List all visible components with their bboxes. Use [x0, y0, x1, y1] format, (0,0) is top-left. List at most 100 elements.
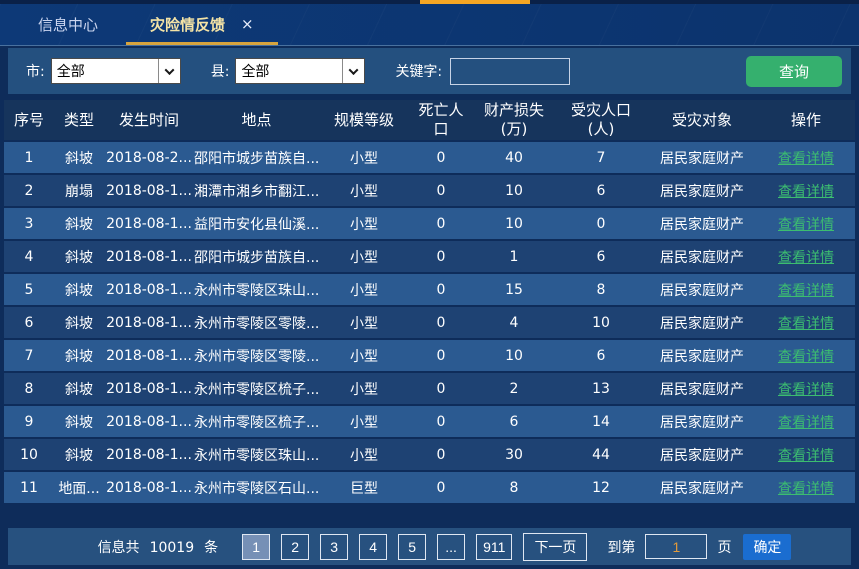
record-count: 信息共10019条 — [98, 537, 229, 557]
cell-time: 2018-08-1... — [104, 183, 194, 199]
table-row[interactable]: 6 斜坡 2018-08-1... 永州市零陵区零陵... 小型 0 4 10 … — [4, 307, 855, 338]
page-number-button[interactable]: 2 — [281, 534, 309, 560]
cell-action: 查看详情 — [757, 247, 855, 267]
goto-page-input[interactable] — [645, 534, 707, 559]
disaster-table: 序号 类型 发生时间 地点 规模等级 死亡人口 财产损失(万) 受灾人口(人) … — [4, 100, 855, 503]
view-detail-link[interactable]: 查看详情 — [778, 316, 834, 332]
page-number-button[interactable]: 5 — [398, 534, 426, 560]
cell-object: 居民家庭财产 — [647, 280, 757, 300]
view-detail-link[interactable]: 查看详情 — [778, 184, 834, 200]
table-header: 序号 类型 发生时间 地点 规模等级 死亡人口 财产损失(万) 受灾人口(人) … — [4, 100, 855, 140]
cell-time: 2018-08-1... — [104, 414, 194, 430]
query-button[interactable]: 查询 — [746, 56, 842, 87]
table-row[interactable]: 9 斜坡 2018-08-1... 永州市零陵区梳子... 小型 0 6 14 … — [4, 406, 855, 437]
cell-action: 查看详情 — [757, 280, 855, 300]
cell-scale: 小型 — [319, 148, 409, 168]
cell-affected: 7 — [555, 150, 647, 166]
table-row[interactable]: 11 地面... 2018-08-1... 永州市零陵区石山... 巨型 0 8… — [4, 472, 855, 503]
view-detail-link[interactable]: 查看详情 — [778, 151, 834, 167]
cell-affected: 0 — [555, 216, 647, 232]
table-row[interactable]: 10 斜坡 2018-08-1... 永州市零陵区珠山... 小型 0 30 4… — [4, 439, 855, 470]
cell-object: 居民家庭财产 — [647, 148, 757, 168]
cell-object: 居民家庭财产 — [647, 247, 757, 267]
info-suffix: 条 — [204, 540, 218, 556]
header-place: 地点 — [194, 111, 319, 130]
view-detail-link[interactable]: 查看详情 — [778, 448, 834, 464]
city-select[interactable]: 全部 — [51, 58, 181, 84]
view-detail-link[interactable]: 查看详情 — [778, 415, 834, 431]
cell-place: 邵阳市城步苗族自... — [194, 148, 319, 168]
page-number-button[interactable]: 3 — [320, 534, 348, 560]
table-row[interactable]: 5 斜坡 2018-08-1... 永州市零陵区珠山... 小型 0 15 8 … — [4, 274, 855, 305]
page-number-button[interactable]: 1 — [242, 534, 270, 560]
cell-type: 斜坡 — [54, 280, 104, 300]
header-loss: 财产损失(万) — [473, 101, 555, 139]
cell-loss: 40 — [473, 150, 555, 166]
view-detail-link[interactable]: 查看详情 — [778, 217, 834, 233]
cell-action: 查看详情 — [757, 412, 855, 432]
cell-scale: 小型 — [319, 181, 409, 201]
keyword-input[interactable] — [450, 58, 570, 85]
cell-loss: 8 — [473, 480, 555, 496]
table-row[interactable]: 4 斜坡 2018-08-1... 邵阳市城步苗族自... 小型 0 1 6 居… — [4, 241, 855, 272]
view-detail-link[interactable]: 查看详情 — [778, 283, 834, 299]
view-detail-link[interactable]: 查看详情 — [778, 481, 834, 497]
table-row[interactable]: 7 斜坡 2018-08-1... 永州市零陵区零陵... 小型 0 10 6 … — [4, 340, 855, 371]
cell-deaths: 0 — [409, 315, 473, 331]
cell-scale: 小型 — [319, 346, 409, 366]
county-select[interactable]: 全部 — [235, 58, 365, 84]
keyword-label: 关键字: — [395, 61, 442, 81]
header-object: 受灾对象 — [647, 111, 757, 130]
next-page-button[interactable]: 下一页 — [523, 533, 587, 561]
table-row[interactable]: 8 斜坡 2018-08-1... 永州市零陵区梳子... 小型 0 2 13 … — [4, 373, 855, 404]
cell-place: 永州市零陵区梳子... — [194, 379, 319, 399]
tab-disaster-feedback[interactable]: 灾险情反馈 × — [124, 4, 280, 45]
header-type: 类型 — [54, 111, 104, 130]
cell-scale: 小型 — [319, 445, 409, 465]
view-detail-link[interactable]: 查看详情 — [778, 349, 834, 365]
cell-place: 益阳市安化县仙溪... — [194, 214, 319, 234]
cell-scale: 小型 — [319, 379, 409, 399]
cell-time: 2018-08-1... — [104, 282, 194, 298]
tab-label: 灾险情反馈 — [150, 14, 225, 35]
cell-seq: 7 — [4, 348, 54, 364]
cell-place: 邵阳市城步苗族自... — [194, 247, 319, 267]
cell-object: 居民家庭财产 — [647, 313, 757, 333]
city-label: 市: — [26, 61, 45, 81]
cell-loss: 15 — [473, 282, 555, 298]
table-row[interactable]: 1 斜坡 2018-08-2... 邵阳市城步苗族自... 小型 0 40 7 … — [4, 142, 855, 173]
cell-deaths: 0 — [409, 414, 473, 430]
cell-scale: 小型 — [319, 280, 409, 300]
total-count: 10019 — [150, 540, 195, 556]
confirm-button[interactable]: 确定 — [743, 534, 791, 560]
cell-action: 查看详情 — [757, 148, 855, 168]
cell-affected: 6 — [555, 183, 647, 199]
view-detail-link[interactable]: 查看详情 — [778, 382, 834, 398]
page-number-button[interactable]: 4 — [359, 534, 387, 560]
close-icon[interactable]: × — [241, 17, 254, 32]
cell-object: 居民家庭财产 — [647, 478, 757, 498]
page-number-button[interactable]: 911 — [476, 534, 512, 560]
cell-place: 永州市零陵区珠山... — [194, 445, 319, 465]
table-row[interactable]: 2 崩塌 2018-08-1... 湘潭市湘乡市翻江... 小型 0 10 6 … — [4, 175, 855, 206]
cell-type: 地面... — [54, 478, 104, 498]
cell-object: 居民家庭财产 — [647, 214, 757, 234]
cell-type: 斜坡 — [54, 247, 104, 267]
page-number-button[interactable]: ... — [437, 534, 465, 560]
cell-type: 斜坡 — [54, 313, 104, 333]
cell-action: 查看详情 — [757, 379, 855, 399]
cell-deaths: 0 — [409, 447, 473, 463]
cell-time: 2018-08-2... — [104, 150, 194, 166]
goto-prefix: 到第 — [607, 537, 635, 557]
cell-place: 永州市零陵区零陵... — [194, 313, 319, 333]
cell-affected: 13 — [555, 381, 647, 397]
cell-type: 崩塌 — [54, 181, 104, 201]
cell-scale: 小型 — [319, 412, 409, 432]
cell-affected: 8 — [555, 282, 647, 298]
cell-seq: 5 — [4, 282, 54, 298]
cell-affected: 44 — [555, 447, 647, 463]
table-row[interactable]: 3 斜坡 2018-08-1... 益阳市安化县仙溪... 小型 0 10 0 … — [4, 208, 855, 239]
cell-place: 永州市零陵区零陵... — [194, 346, 319, 366]
tab-info-center[interactable]: 信息中心 — [12, 4, 124, 45]
view-detail-link[interactable]: 查看详情 — [778, 250, 834, 266]
